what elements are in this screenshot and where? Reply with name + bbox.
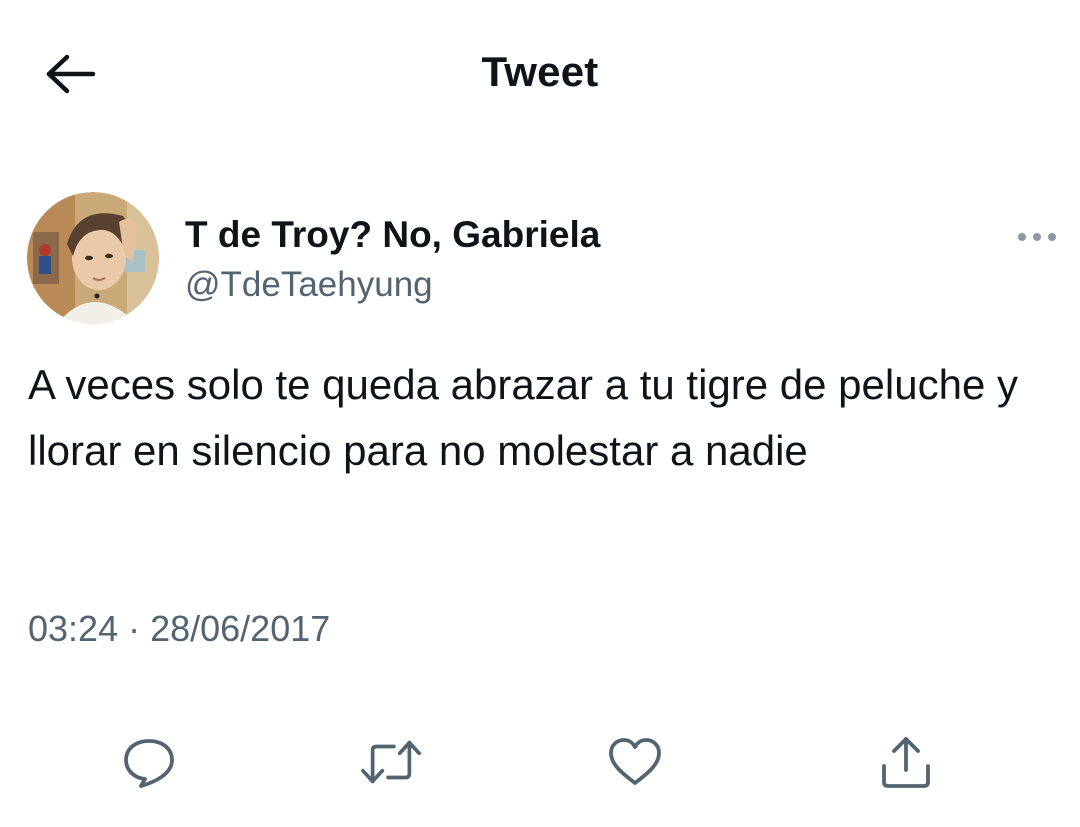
tweet-timestamp[interactable]: 03:24 · 28/06/2017 — [28, 607, 330, 651]
author-display-name[interactable]: T de Troy? No, Gabriela — [185, 212, 600, 258]
retweet-button[interactable] — [361, 732, 421, 792]
heart-icon — [609, 738, 661, 785]
author-handle[interactable]: @TdeTaehyung — [185, 262, 600, 308]
tweet-text: A veces solo te queda abrazar a tu tigre… — [28, 361, 1018, 474]
retweet-icon — [361, 740, 421, 784]
share-icon — [882, 737, 930, 788]
share-button[interactable] — [876, 732, 936, 792]
top-bar: Tweet — [0, 0, 1080, 150]
like-button[interactable] — [605, 732, 665, 792]
reply-button[interactable] — [119, 732, 179, 792]
page-title: Tweet — [481, 48, 599, 95]
author-block[interactable]: T de Troy? No, Gabriela @TdeTaehyung — [185, 212, 600, 308]
more-options-button[interactable] — [1008, 222, 1066, 252]
avatar[interactable] — [27, 192, 159, 324]
avatar-photo — [27, 192, 159, 324]
reply-icon — [124, 739, 174, 788]
more-options-icon — [1018, 233, 1056, 241]
